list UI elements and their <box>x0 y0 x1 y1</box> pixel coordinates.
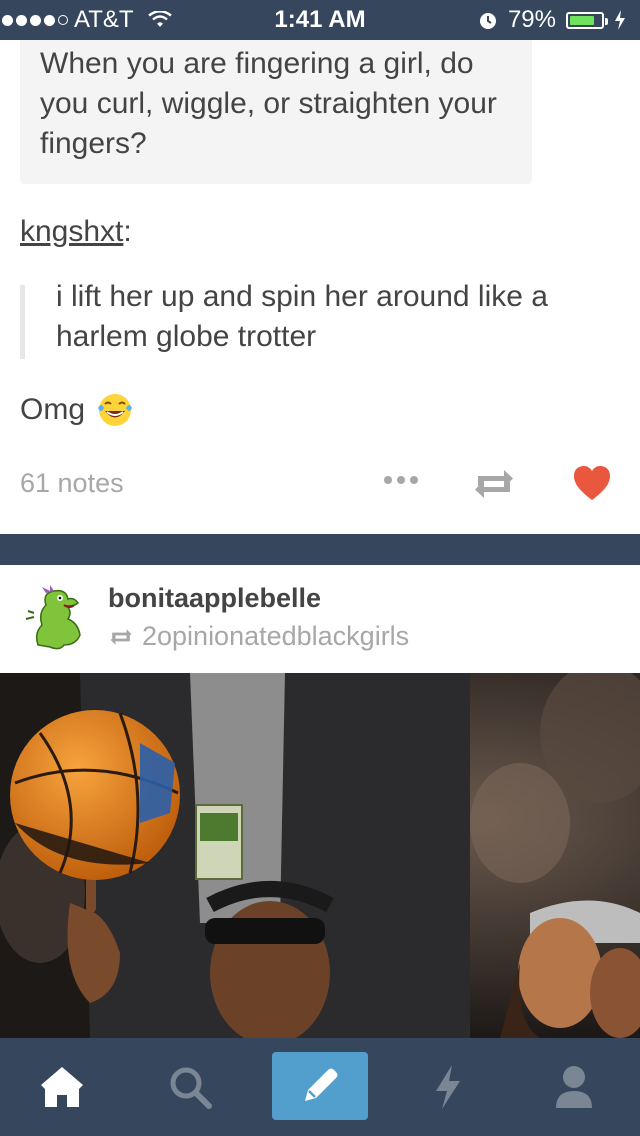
status-bar: AT&T 1:41 AM 79% <box>0 0 640 40</box>
reblog-attribution: kngshxt: <box>20 215 132 249</box>
basketball-photo-illustration <box>0 673 640 1038</box>
home-icon <box>41 1067 83 1107</box>
reblog-small-icon <box>110 628 132 645</box>
bottom-tab-bar <box>0 1038 640 1136</box>
reblog-icon[interactable] <box>472 464 516 504</box>
reblog-quote-text: i lift her up and spin her around like a… <box>56 280 548 353</box>
post-card: When you are fingering a girl, do you cu… <box>0 40 640 534</box>
comment-line: Omg <box>20 390 135 430</box>
laughing-crying-emoji-icon <box>98 394 133 426</box>
battery-fill <box>570 15 594 25</box>
pencil-icon <box>305 1068 338 1101</box>
status-right: 79% <box>478 6 626 34</box>
reblogged-from-name[interactable]: 2opinionatedblackgirls <box>142 621 409 652</box>
reblogger-colon: : <box>123 215 132 248</box>
reblogger-link[interactable]: kngshxt <box>20 215 123 248</box>
blog-name[interactable]: bonitaapplebelle <box>108 583 321 614</box>
search-icon <box>170 1067 212 1109</box>
battery-icon <box>566 11 608 29</box>
notes-count[interactable]: 61 notes <box>20 468 124 499</box>
battery-percent: 79% <box>507 6 556 33</box>
heart-like-icon[interactable] <box>572 464 612 502</box>
more-options-icon[interactable] <box>384 476 418 484</box>
post-footer: 61 notes <box>20 464 620 504</box>
lightning-icon <box>436 1065 460 1109</box>
compose-button[interactable] <box>272 1052 368 1120</box>
person-icon <box>556 1066 592 1108</box>
tab-home[interactable] <box>22 1038 102 1136</box>
alarm-icon <box>479 13 496 29</box>
reblog-quote: i lift her up and spin her around like a… <box>20 280 625 359</box>
ask-question-box: When you are fingering a girl, do you cu… <box>20 40 532 184</box>
reblogged-from: 2opinionatedblackgirls <box>108 621 409 652</box>
avatar[interactable] <box>20 583 90 653</box>
comment-text: Omg <box>20 393 86 426</box>
tab-activity[interactable] <box>408 1038 488 1136</box>
tab-account[interactable] <box>534 1038 614 1136</box>
post-photo[interactable] <box>0 673 640 1038</box>
charging-bolt-icon <box>615 10 625 30</box>
tab-search[interactable] <box>150 1038 230 1136</box>
ask-question-text: When you are fingering a girl, do you cu… <box>40 47 497 160</box>
